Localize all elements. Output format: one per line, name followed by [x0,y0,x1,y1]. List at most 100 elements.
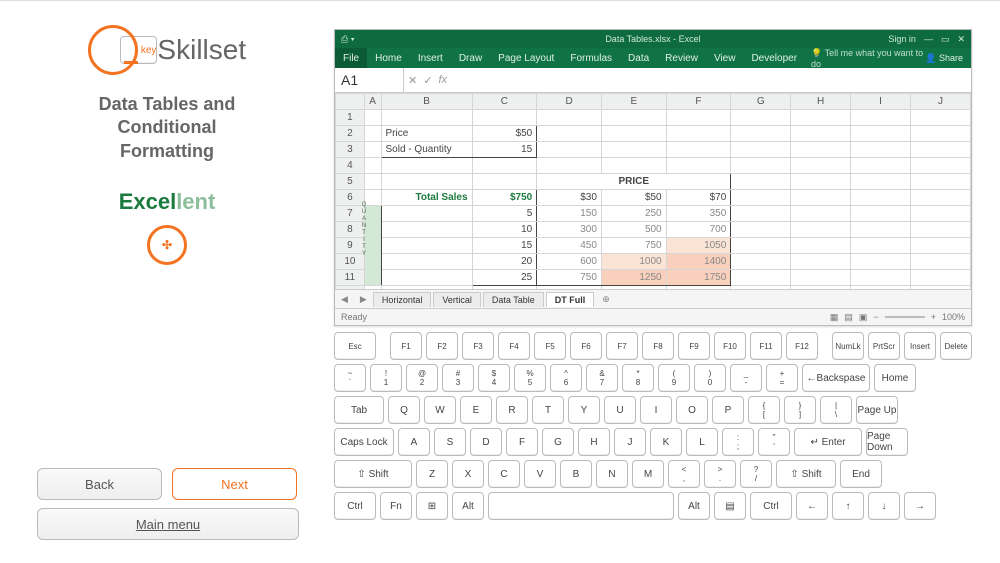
key-[interactable]: "' [758,428,790,456]
view-layout-icon[interactable]: ▤ [844,312,853,323]
zoom-out-icon[interactable]: − [873,312,878,322]
cell[interactable]: 25 [472,270,537,286]
main-menu-button[interactable]: Main menu [37,508,299,540]
key-f12[interactable]: F12 [786,332,818,360]
key-5[interactable]: %5 [514,364,546,392]
ribbon-tab-data[interactable]: Data [620,48,657,68]
tell-me-search[interactable]: 💡 Tell me what you want to do [805,48,925,69]
window-minimize-icon[interactable]: — [924,34,933,44]
cell[interactable]: $70 [666,190,731,206]
col-header[interactable]: A [364,94,381,110]
cell[interactable]: $30 [537,190,602,206]
key-numlk[interactable]: NumLk [832,332,864,360]
key-x[interactable]: X [452,460,484,488]
cell[interactable]: 20 [472,254,537,270]
key-[interactable]: }] [784,396,816,424]
key-shift[interactable]: ⇧ Shift [776,460,836,488]
cell[interactable]: $50 [472,126,537,142]
key-esc[interactable]: Esc [334,332,376,360]
col-header[interactable]: I [851,94,911,110]
key-f5[interactable]: F5 [534,332,566,360]
row-header[interactable]: 4 [336,158,365,174]
key-[interactable]: ↓ [868,492,900,520]
key-6[interactable]: ^6 [550,364,582,392]
cell[interactable]: 450 [537,238,602,254]
key-3[interactable]: #3 [442,364,474,392]
row-header[interactable]: 11 [336,270,365,286]
key-c[interactable]: C [488,460,520,488]
key-m[interactable]: M [632,460,664,488]
key-tab[interactable]: Tab [334,396,384,424]
col-header[interactable]: C [472,94,537,110]
key-g[interactable]: G [542,428,574,456]
key-[interactable]: ← [796,492,828,520]
col-header[interactable]: H [791,94,851,110]
key-[interactable]: |\ [820,396,852,424]
cell[interactable]: 1050 [666,238,731,254]
key-home[interactable]: Home [874,364,916,392]
row-header[interactable]: 8 [336,222,365,238]
key-shift[interactable]: ⇧ Shift [334,460,412,488]
row-header[interactable]: 12 [336,286,365,290]
key-8[interactable]: *8 [622,364,654,392]
key-f[interactable]: F [506,428,538,456]
col-header[interactable]: G [731,94,791,110]
row-header[interactable]: 5 [336,174,365,190]
sheet-tab[interactable]: Vertical [433,292,481,307]
key-q[interactable]: Q [388,396,420,424]
key-a[interactable]: A [398,428,430,456]
key-f4[interactable]: F4 [498,332,530,360]
key-h[interactable]: H [578,428,610,456]
cell[interactable]: 300 [537,222,602,238]
ribbon-tab-home[interactable]: Home [367,48,410,68]
ribbon-tab-formulas[interactable]: Formulas [562,48,620,68]
ribbon-tab-pagelayout[interactable]: Page Layout [490,48,562,68]
key-b[interactable]: B [560,460,592,488]
key-u[interactable]: U [604,396,636,424]
price-header[interactable]: PRICE [537,174,731,190]
key-[interactable]: <, [668,460,700,488]
key-f10[interactable]: F10 [714,332,746,360]
ribbon-tab-review[interactable]: Review [657,48,706,68]
key-2[interactable]: @2 [406,364,438,392]
cell[interactable]: 10 [472,222,537,238]
sheet-tab[interactable]: Horizontal [373,292,432,307]
key-insert[interactable]: Insert [904,332,936,360]
col-header[interactable]: E [601,94,666,110]
save-icon[interactable]: ⎙ ▾ [341,34,354,45]
formula-input[interactable] [451,68,971,92]
cell[interactable]: 150 [537,206,602,222]
sheet-nav-prev-icon[interactable]: ◀ [335,294,354,305]
cell[interactable]: 600 [537,254,602,270]
key-f8[interactable]: F8 [642,332,674,360]
ribbon-tab-developer[interactable]: Developer [743,48,805,68]
key-[interactable]: {[ [748,396,780,424]
key-s[interactable]: S [434,428,466,456]
total-sales-label[interactable]: Total Sales [381,190,472,206]
view-break-icon[interactable]: ▣ [859,312,868,323]
key-o[interactable]: O [676,396,708,424]
key-f6[interactable]: F6 [570,332,602,360]
row-header[interactable]: 2 [336,126,365,142]
key-[interactable]: ~` [334,364,366,392]
key-[interactable]: ?/ [740,460,772,488]
fx-icon[interactable]: fx [438,74,447,86]
key-alt[interactable]: Alt [678,492,710,520]
col-header[interactable]: B [381,94,472,110]
key-[interactable]: :; [722,428,754,456]
sheet-tab[interactable]: Data Table [483,292,544,307]
key-[interactable]: ⊞ [416,492,448,520]
cell[interactable]: Sold - Quantity [381,142,472,158]
key-[interactable]: _- [730,364,762,392]
col-header[interactable]: D [537,94,602,110]
key-[interactable]: ▤ [714,492,746,520]
key-r[interactable]: R [496,396,528,424]
key-end[interactable]: End [840,460,882,488]
zoom-slider[interactable] [885,316,925,318]
view-normal-icon[interactable]: ▦ [830,312,839,323]
name-box[interactable]: A1 [335,68,404,92]
key-y[interactable]: Y [568,396,600,424]
key-7[interactable]: &7 [586,364,618,392]
key-n[interactable]: N [596,460,628,488]
key-l[interactable]: L [686,428,718,456]
